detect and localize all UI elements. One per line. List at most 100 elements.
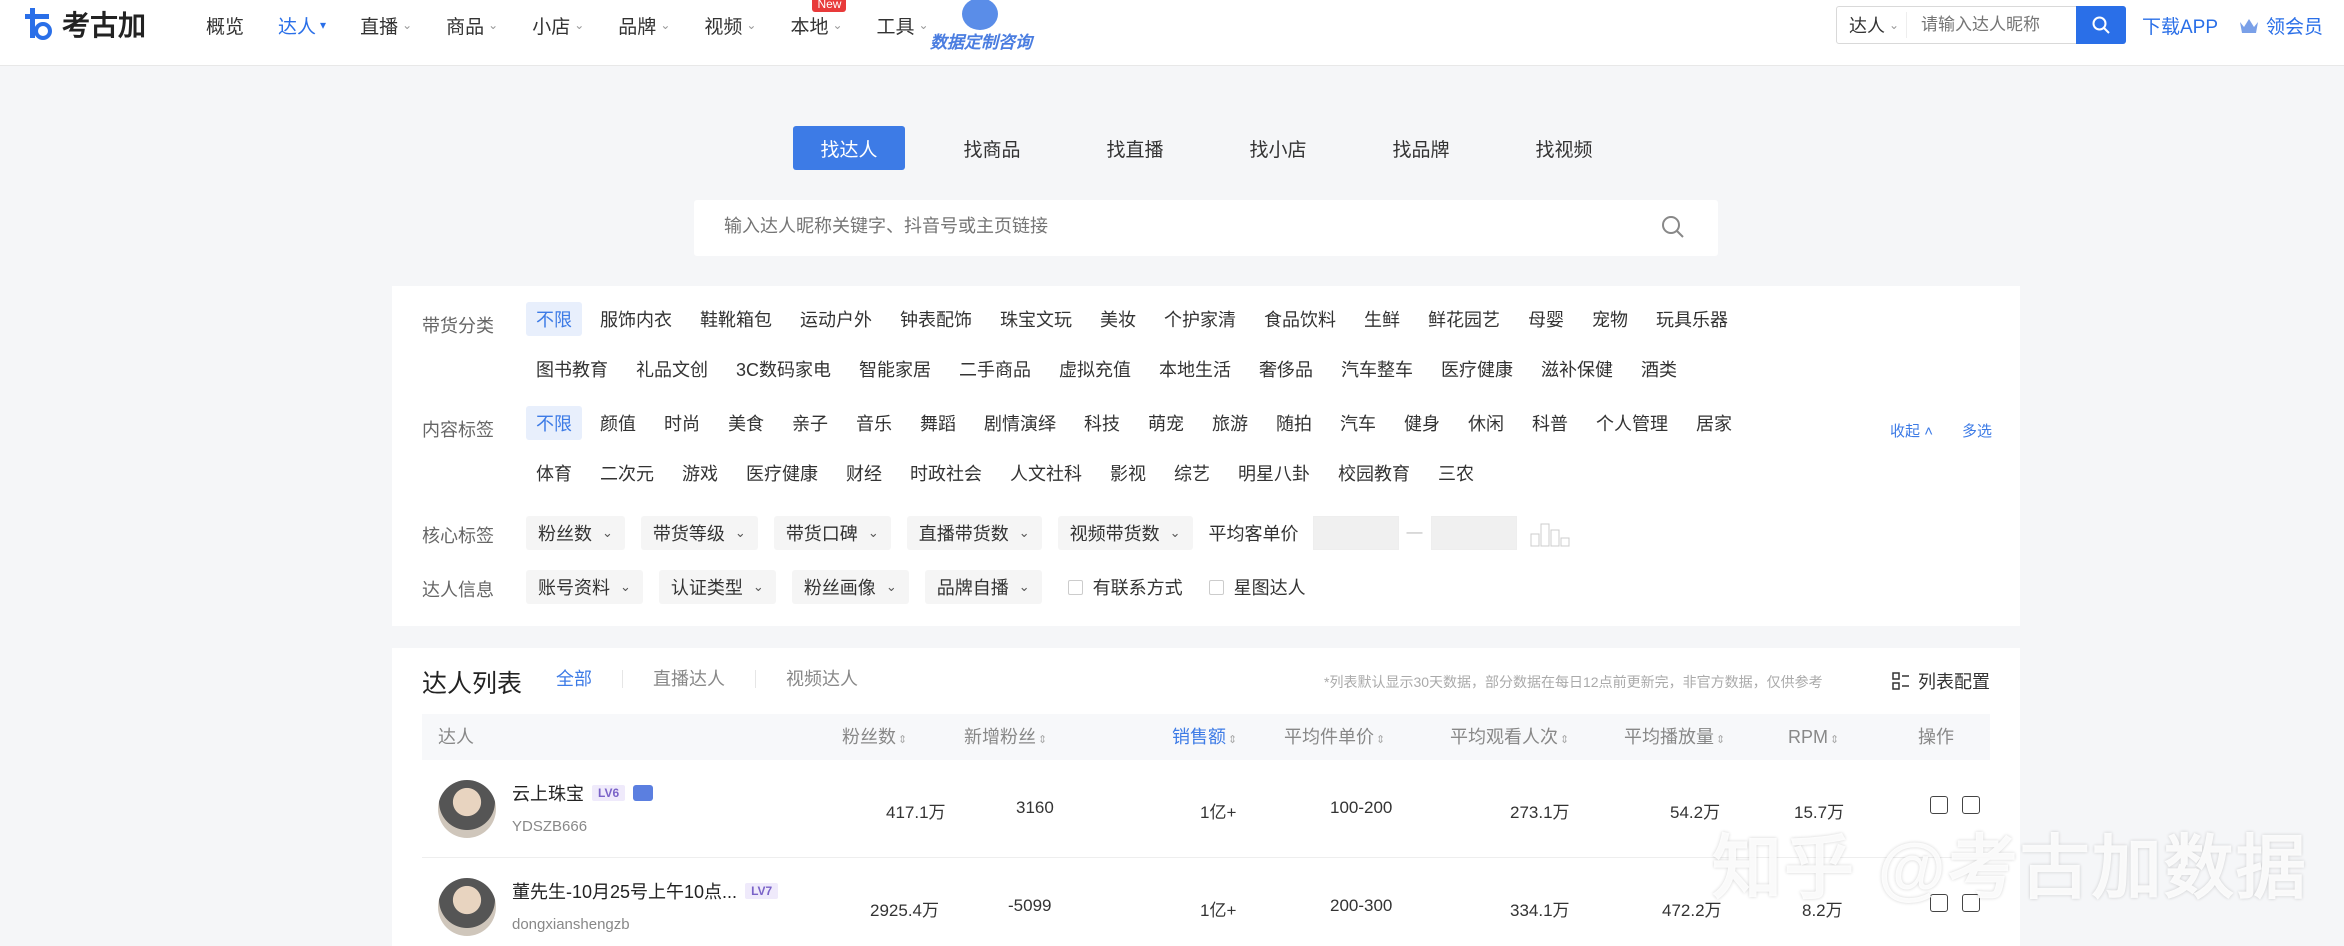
- col-fans[interactable]: 粉丝数 ⇕: [842, 714, 907, 760]
- creator-name[interactable]: 董先生-10月25号上午10点... LV7: [512, 878, 779, 904]
- filter-tag[interactable]: 休闲: [1458, 406, 1514, 440]
- checkbox-has-contact[interactable]: 有联系方式: [1067, 574, 1183, 600]
- filter-tag[interactable]: 母婴: [1518, 302, 1574, 336]
- tab-find-creators[interactable]: 找达人: [793, 126, 905, 170]
- filter-tag[interactable]: 二次元: [590, 456, 664, 490]
- search-icon[interactable]: [1660, 214, 1686, 240]
- dropdown-video-sales[interactable]: 视频带货数 ⌄: [1057, 516, 1193, 550]
- filter-tag[interactable]: 滋补保健: [1531, 352, 1623, 386]
- tab-find-videos[interactable]: 找视频: [1508, 126, 1620, 170]
- filter-tag[interactable]: 人文社科: [1000, 456, 1092, 490]
- col-avg-viewers[interactable]: 平均观看人次 ⇕: [1450, 714, 1569, 760]
- filter-tag[interactable]: 鲜花园艺: [1418, 302, 1510, 336]
- filter-tag[interactable]: 时尚: [654, 406, 710, 440]
- filter-tag[interactable]: 音乐: [846, 406, 902, 440]
- filter-tag[interactable]: 智能家居: [849, 352, 941, 386]
- dropdown-brand-self-live[interactable]: 品牌自播 ⌄: [924, 570, 1042, 604]
- dropdown-live-sales[interactable]: 直播带货数 ⌄: [906, 516, 1042, 550]
- nav-live[interactable]: 直播 ⌄: [360, 12, 412, 39]
- list-config-button[interactable]: 列表配置: [1892, 668, 1990, 694]
- filter-tag[interactable]: 图书教育: [526, 352, 618, 386]
- filter-tag[interactable]: 体育: [526, 456, 582, 490]
- filter-tag[interactable]: 虚拟充值: [1049, 352, 1141, 386]
- filter-tag[interactable]: 居家: [1686, 406, 1742, 440]
- histogram-icon[interactable]: [1529, 518, 1577, 548]
- tab-find-shops[interactable]: 找小店: [1222, 126, 1334, 170]
- filter-tag[interactable]: 综艺: [1164, 456, 1220, 490]
- filter-tag[interactable]: 生鲜: [1354, 302, 1410, 336]
- filter-tag[interactable]: 3C数码家电: [726, 352, 841, 386]
- dropdown-cert-type[interactable]: 认证类型 ⌄: [658, 570, 776, 604]
- filter-tag[interactable]: 不限: [526, 302, 582, 336]
- filter-tag[interactable]: 不限: [526, 406, 582, 440]
- price-max-input[interactable]: [1430, 516, 1517, 550]
- filter-tag[interactable]: 亲子: [782, 406, 838, 440]
- get-membership-link[interactable]: 领会员: [2238, 12, 2323, 39]
- nav-local[interactable]: 本地 ⌄ New: [790, 0, 847, 39]
- filter-tag[interactable]: 个人管理: [1586, 406, 1678, 440]
- filter-tag[interactable]: 医疗健康: [1431, 352, 1523, 386]
- filter-tag[interactable]: 珠宝文玩: [990, 302, 1082, 336]
- filter-tag[interactable]: 酒类: [1631, 352, 1687, 386]
- multi-select-toggle[interactable]: 多选: [1962, 420, 1992, 441]
- tab-find-products[interactable]: 找商品: [936, 126, 1048, 170]
- nav-search-button[interactable]: [2076, 6, 2126, 44]
- list-tab-all[interactable]: 全部: [556, 670, 623, 688]
- filter-tag[interactable]: 健身: [1394, 406, 1450, 440]
- avatar[interactable]: [438, 878, 496, 936]
- logo[interactable]: 考古加: [24, 4, 146, 44]
- main-search-input[interactable]: [724, 216, 1624, 237]
- filter-tag[interactable]: 萌宠: [1138, 406, 1194, 440]
- filter-tag[interactable]: 鞋靴箱包: [690, 302, 782, 336]
- col-avg-plays[interactable]: 平均播放量 ⇕: [1624, 714, 1725, 760]
- nav-search-input[interactable]: [1907, 15, 2077, 35]
- creator-name[interactable]: 云上珠宝 LV6: [512, 780, 654, 806]
- col-rpm[interactable]: RPM ⇕: [1788, 714, 1839, 760]
- tab-find-live[interactable]: 找直播: [1079, 126, 1191, 170]
- filter-tag[interactable]: 颜值: [590, 406, 646, 440]
- checkbox-box[interactable]: [1208, 579, 1224, 595]
- col-sales[interactable]: 销售额 ⇕: [1172, 714, 1237, 760]
- filter-tag[interactable]: 游戏: [672, 456, 728, 490]
- price-min-input[interactable]: [1312, 516, 1399, 550]
- filter-tag[interactable]: 美食: [718, 406, 774, 440]
- filter-tag[interactable]: 舞蹈: [910, 406, 966, 440]
- nav-tools[interactable]: 工具 ⌄: [877, 12, 929, 39]
- collapse-toggle[interactable]: 收起 ˄: [1890, 420, 1933, 441]
- filter-tag[interactable]: 二手商品: [949, 352, 1041, 386]
- filter-tag[interactable]: 旅游: [1202, 406, 1258, 440]
- filter-tag[interactable]: 美妆: [1090, 302, 1146, 336]
- filter-tag[interactable]: 财经: [836, 456, 892, 490]
- nav-overview[interactable]: 概览: [206, 12, 244, 39]
- avatar[interactable]: [438, 780, 496, 838]
- filter-tag[interactable]: 汽车整车: [1331, 352, 1423, 386]
- filter-tag[interactable]: 礼品文创: [626, 352, 718, 386]
- filter-tag[interactable]: 校园教育: [1328, 456, 1420, 490]
- dropdown-sales-level[interactable]: 带货等级 ⌄: [640, 516, 758, 550]
- filter-tag[interactable]: 运动户外: [790, 302, 882, 336]
- dropdown-account-info[interactable]: 账号资料 ⌄: [526, 570, 643, 604]
- filter-tag[interactable]: 宠物: [1582, 302, 1638, 336]
- filter-tag[interactable]: 时政社会: [900, 456, 992, 490]
- col-unit-price[interactable]: 平均件单价 ⇕: [1284, 714, 1385, 760]
- filter-tag[interactable]: 三农: [1428, 456, 1484, 490]
- custom-data-consult-banner[interactable]: 数据定制咨询: [926, 0, 1034, 54]
- search-type-select[interactable]: 达人 ⌄: [1837, 12, 1907, 38]
- download-app-link[interactable]: 下载APP: [2142, 12, 2218, 39]
- nav-shops[interactable]: 小店 ⌄: [532, 12, 584, 39]
- nav-videos[interactable]: 视频 ⌄: [704, 12, 756, 39]
- filter-tag[interactable]: 钟表配饰: [890, 302, 982, 336]
- dropdown-reputation[interactable]: 带货口碑 ⌄: [773, 516, 891, 550]
- filter-tag[interactable]: 服饰内衣: [590, 302, 682, 336]
- list-tab-live[interactable]: 直播达人: [653, 670, 756, 688]
- nav-products[interactable]: 商品 ⌄: [446, 12, 498, 39]
- list-tab-video[interactable]: 视频达人: [786, 670, 888, 688]
- filter-tag[interactable]: 影视: [1100, 456, 1156, 490]
- checkbox-box[interactable]: [1067, 579, 1083, 595]
- col-new-fans[interactable]: 新增粉丝 ⇕: [964, 714, 1047, 760]
- filter-tag[interactable]: 明星八卦: [1228, 456, 1320, 490]
- nav-creators[interactable]: 达人 ▾: [278, 12, 326, 39]
- filter-tag[interactable]: 奢侈品: [1249, 352, 1323, 386]
- filter-tag[interactable]: 玩具乐器: [1646, 302, 1738, 336]
- filter-tag[interactable]: 本地生活: [1149, 352, 1241, 386]
